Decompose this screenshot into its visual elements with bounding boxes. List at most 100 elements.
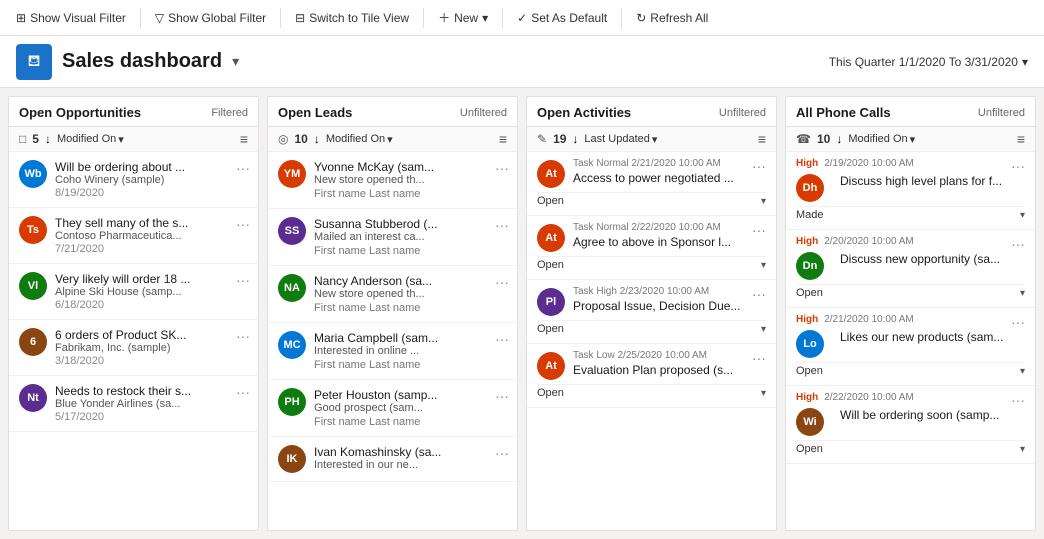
- activity-more-icon[interactable]: ···: [752, 350, 766, 366]
- list-item[interactable]: SS Susanna Stubberod (... Mailed an inte…: [268, 209, 517, 266]
- col-filter-icon[interactable]: ≡: [758, 131, 766, 147]
- tile-view-icon: ⊟: [295, 11, 305, 25]
- logo-icon: ⛾: [27, 52, 40, 72]
- card-title: Peter Houston (samp...: [314, 388, 507, 402]
- list-item[interactable]: Pl Task High 2/23/2020 10:00 AM Proposal…: [527, 280, 776, 344]
- col-type-icon: ◎: [278, 132, 288, 146]
- activity-more-icon[interactable]: ···: [752, 222, 766, 238]
- activity-title: Proposal Issue, Decision Due...: [573, 299, 744, 313]
- card-more-icon[interactable]: ···: [236, 216, 250, 232]
- status-text: Open: [537, 259, 564, 271]
- status-chevron-icon[interactable]: ▾: [1020, 366, 1025, 377]
- show-visual-filter-button[interactable]: ⊞ Show Visual Filter: [8, 7, 134, 29]
- card-meta: First name Last name: [314, 416, 507, 428]
- sort-chevron-icon: ▾: [118, 133, 124, 146]
- col-filter-icon[interactable]: ≡: [499, 131, 507, 147]
- column-title: Open Activities: [537, 105, 631, 120]
- card-meta: First name Last name: [314, 188, 507, 200]
- status-chevron-icon[interactable]: ▾: [761, 260, 766, 271]
- card-subtitle: Coho Winery (sample): [55, 174, 248, 186]
- list-item[interactable]: High 2/19/2020 10:00 AM ··· Dh Discuss h…: [786, 152, 1035, 230]
- column-open-opportunities: Open Opportunities Filtered □ 5 ↓ Modifi…: [8, 96, 259, 531]
- visual-filter-icon: ⊞: [16, 11, 26, 25]
- col-filter-icon[interactable]: ≡: [240, 131, 248, 147]
- new-button[interactable]: ＋ New ▾: [430, 5, 496, 30]
- col-filter-icon[interactable]: ≡: [1017, 131, 1025, 147]
- activity-title: Evaluation Plan proposed (s...: [573, 363, 744, 377]
- status-chevron-icon[interactable]: ▾: [1020, 288, 1025, 299]
- col-sort[interactable]: Last Updated ▾: [584, 133, 657, 146]
- card-more-icon[interactable]: ···: [236, 272, 250, 288]
- new-chevron-icon: ▾: [482, 11, 488, 25]
- table-row[interactable]: 6 6 orders of Product SK... Fabrikam, In…: [9, 320, 258, 376]
- status-text: Open: [796, 443, 823, 455]
- card-content: Maria Campbell (sam... Interested in onl…: [314, 331, 507, 371]
- col-sort[interactable]: Modified On ▾: [57, 133, 124, 146]
- card-title: Will be ordering about ...: [55, 160, 248, 174]
- status-text: Made: [796, 209, 824, 221]
- show-global-filter-button[interactable]: ▽ Show Global Filter: [147, 7, 274, 29]
- refresh-button[interactable]: ↻ Refresh All: [628, 7, 716, 29]
- phone-more-icon[interactable]: ···: [1011, 158, 1025, 174]
- phone-status: Open ▾: [796, 362, 1025, 379]
- page-header: ⛾ Sales dashboard ▾ This Quarter 1/1/202…: [0, 36, 1044, 88]
- col-sort[interactable]: Modified On ▾: [848, 133, 915, 146]
- sort-arrow-icon: ↓: [314, 132, 320, 146]
- card-content: Needs to restock their s... Blue Yonder …: [55, 384, 248, 423]
- table-row[interactable]: Vl Very likely will order 18 ... Alpine …: [9, 264, 258, 320]
- status-chevron-icon[interactable]: ▾: [761, 388, 766, 399]
- card-content: Will be ordering about ... Coho Winery (…: [55, 160, 248, 199]
- table-row[interactable]: Wb Will be ordering about ... Coho Winer…: [9, 152, 258, 208]
- card-more-icon[interactable]: ···: [495, 274, 509, 290]
- card-more-icon[interactable]: ···: [495, 217, 509, 233]
- list-item[interactable]: IK Ivan Komashinsky (sa... Interested in…: [268, 437, 517, 482]
- task-type: Task: [573, 286, 594, 297]
- list-item[interactable]: At Task Normal 2/22/2020 10:00 AM Agree …: [527, 216, 776, 280]
- list-item[interactable]: At Task Normal 2/21/2020 10:00 AM Access…: [527, 152, 776, 216]
- title-chevron-icon[interactable]: ▾: [232, 53, 239, 70]
- activity-more-icon[interactable]: ···: [752, 286, 766, 302]
- list-item[interactable]: High 2/21/2020 10:00 AM ··· Lo Likes our…: [786, 308, 1035, 386]
- phone-more-icon[interactable]: ···: [1011, 236, 1025, 252]
- card-title: Needs to restock their s...: [55, 384, 248, 398]
- set-default-button[interactable]: ✓ Set As Default: [509, 7, 615, 29]
- list-item[interactable]: YM Yvonne McKay (sam... New store opened…: [268, 152, 517, 209]
- status-text: Open: [537, 195, 564, 207]
- activity-status: Open ▾: [537, 256, 766, 273]
- column-badge: Unfiltered: [719, 107, 766, 119]
- list-item[interactable]: NA Nancy Anderson (sa... New store opene…: [268, 266, 517, 323]
- avatar: YM: [278, 160, 306, 188]
- card-more-icon[interactable]: ···: [236, 328, 250, 344]
- status-chevron-icon[interactable]: ▾: [761, 324, 766, 335]
- activity-row: At Task Normal 2/21/2020 10:00 AM Access…: [537, 158, 766, 188]
- status-chevron-icon[interactable]: ▾: [1020, 444, 1025, 455]
- status-chevron-icon[interactable]: ▾: [761, 196, 766, 207]
- table-row[interactable]: Ts They sell many of the s... Contoso Ph…: [9, 208, 258, 264]
- list-item[interactable]: MC Maria Campbell (sam... Interested in …: [268, 323, 517, 380]
- card-more-icon[interactable]: ···: [236, 384, 250, 400]
- table-row[interactable]: Nt Needs to restock their s... Blue Yond…: [9, 376, 258, 432]
- card-more-icon[interactable]: ···: [495, 331, 509, 347]
- col-sort[interactable]: Modified On ▾: [326, 133, 393, 146]
- header-left: ⛾ Sales dashboard ▾: [16, 44, 239, 80]
- list-item[interactable]: High 2/20/2020 10:00 AM ··· Dn Discuss n…: [786, 230, 1035, 308]
- card-subtitle: Good prospect (sam...: [314, 402, 507, 414]
- list-item[interactable]: At Task Low 2/25/2020 10:00 AM Evaluatio…: [527, 344, 776, 408]
- card-more-icon[interactable]: ···: [495, 388, 509, 404]
- list-item[interactable]: PH Peter Houston (samp... Good prospect …: [268, 380, 517, 437]
- phone-more-icon[interactable]: ···: [1011, 392, 1025, 408]
- activity-more-icon[interactable]: ···: [752, 158, 766, 174]
- task-date: 2/21/2020 10:00 AM: [631, 158, 721, 169]
- avatar: At: [537, 224, 565, 252]
- list-item[interactable]: High 2/22/2020 10:00 AM ··· Wi Will be o…: [786, 386, 1035, 464]
- status-chevron-icon[interactable]: ▾: [1020, 210, 1025, 221]
- card-more-icon[interactable]: ···: [495, 445, 509, 461]
- switch-tile-view-button[interactable]: ⊟ Switch to Tile View: [287, 7, 417, 29]
- phone-more-icon[interactable]: ···: [1011, 314, 1025, 330]
- card-more-icon[interactable]: ···: [236, 160, 250, 176]
- period-chevron-icon[interactable]: ▾: [1022, 55, 1028, 69]
- column-badge: Unfiltered: [460, 107, 507, 119]
- column-title: All Phone Calls: [796, 105, 891, 120]
- card-more-icon[interactable]: ···: [495, 160, 509, 176]
- avatar: 6: [19, 328, 47, 356]
